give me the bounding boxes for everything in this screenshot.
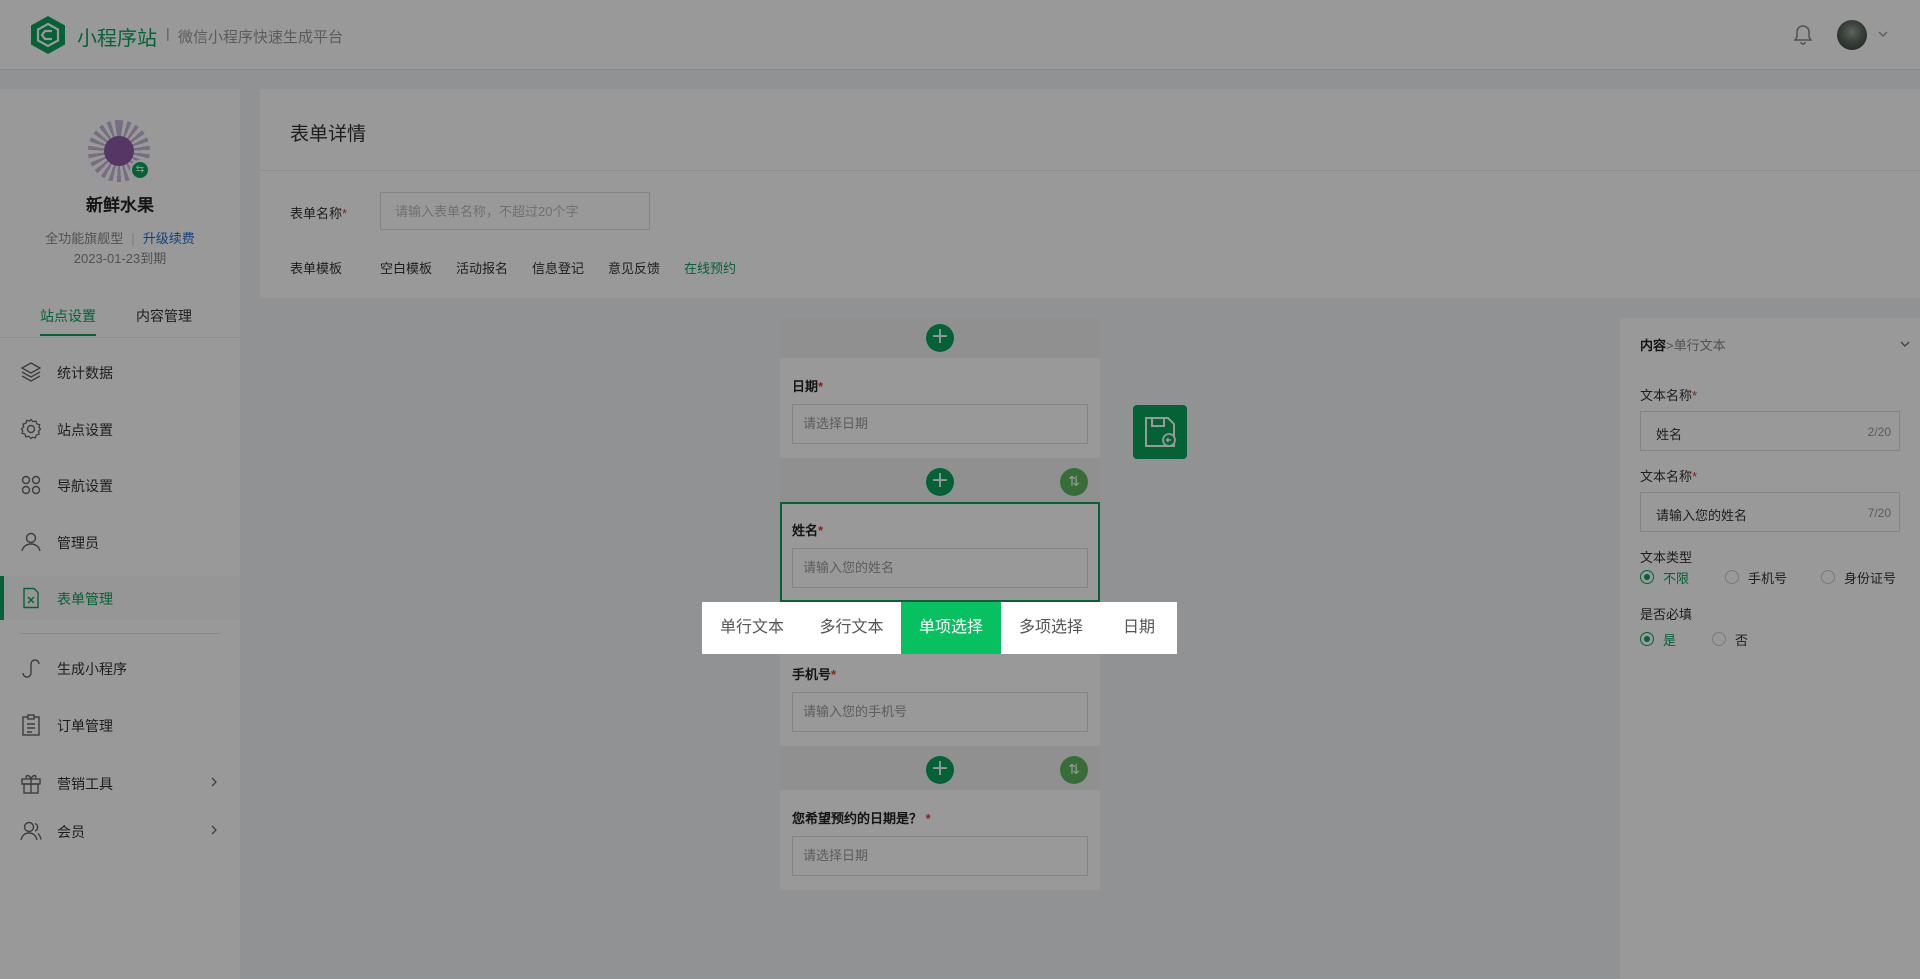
option-multi-choice[interactable]: 多项选择 xyxy=(1001,602,1101,654)
option-date[interactable]: 日期 xyxy=(1101,602,1177,654)
modal-overlay[interactable] xyxy=(0,0,1920,979)
field-type-picker: 单行文本 多行文本 单项选择 多项选择 日期 xyxy=(702,602,1177,654)
option-multi-line-text[interactable]: 多行文本 xyxy=(802,602,901,654)
option-single-line-text[interactable]: 单行文本 xyxy=(702,602,802,654)
option-single-choice[interactable]: 单项选择 xyxy=(901,602,1001,654)
